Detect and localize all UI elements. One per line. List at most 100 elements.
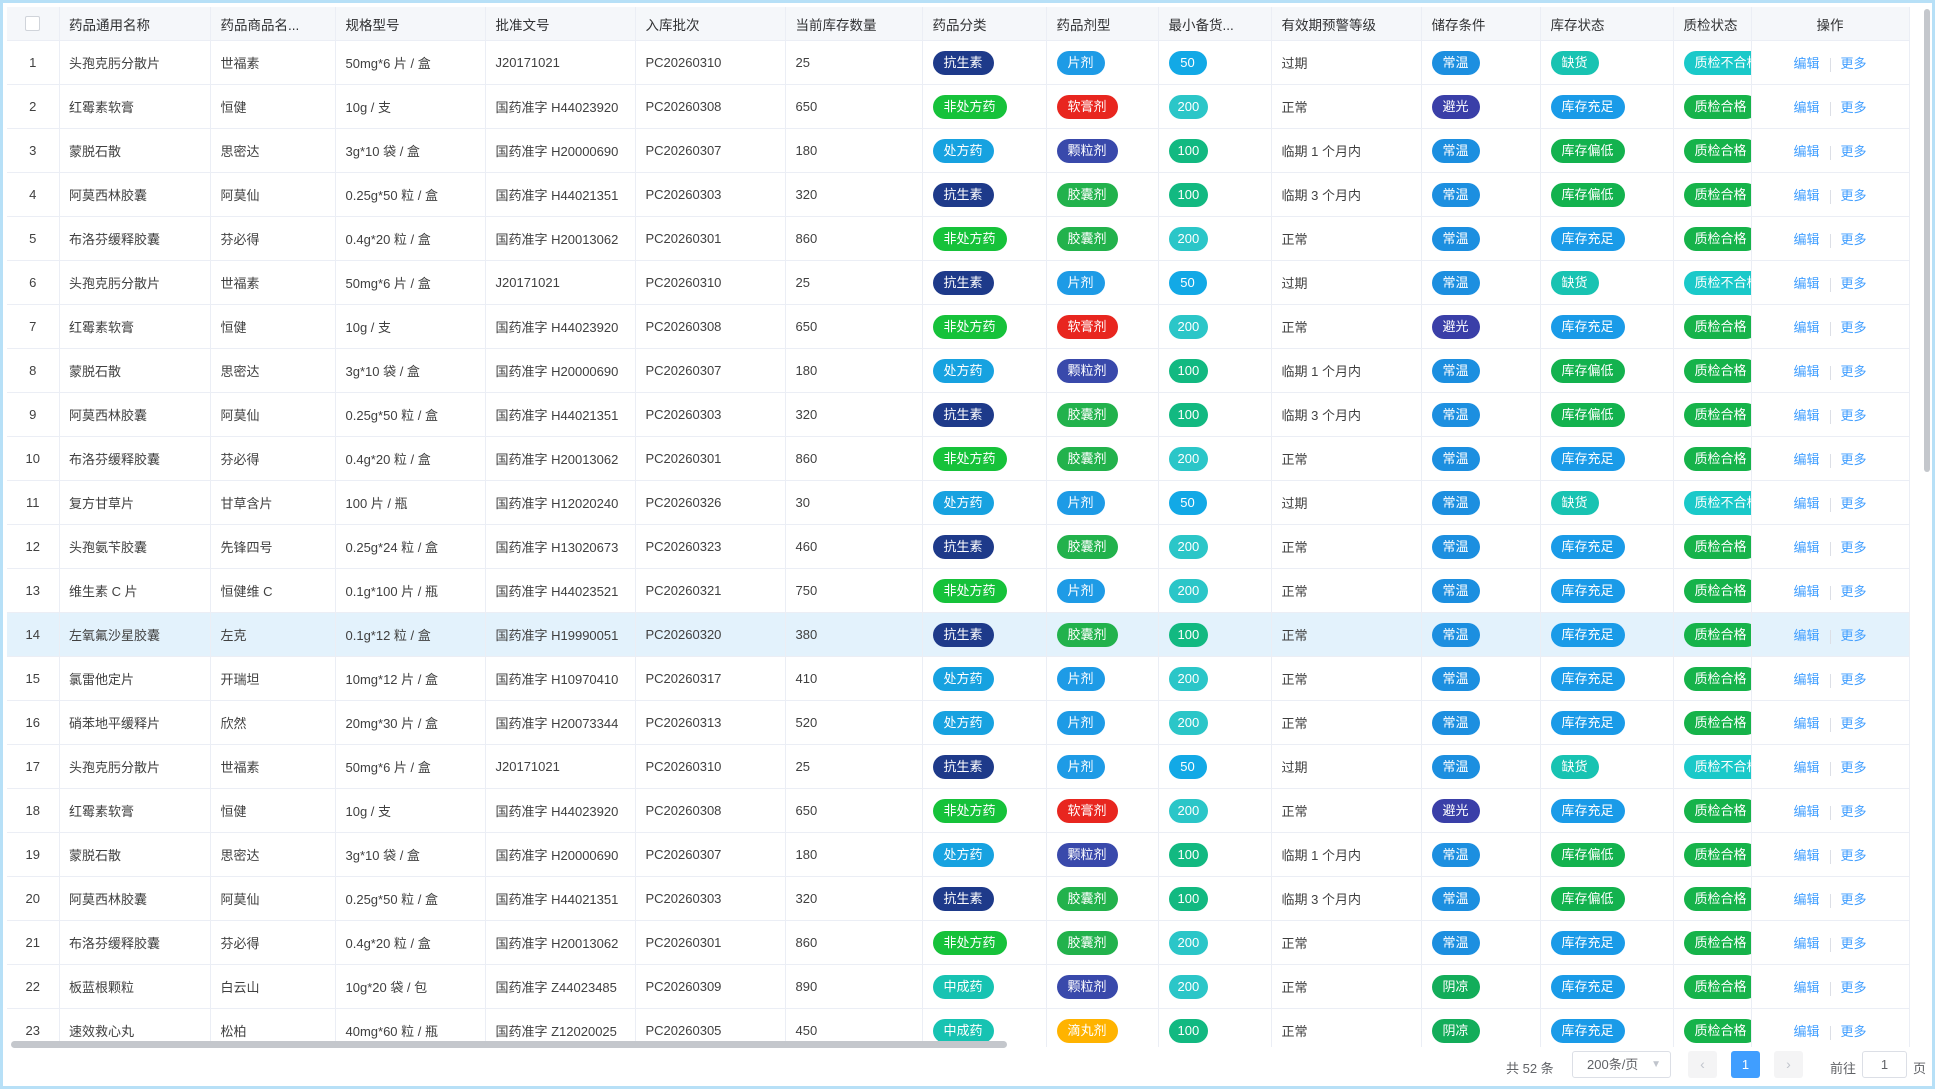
table-row[interactable]: 4 阿莫西林胶囊 阿莫仙 0.25g*50 粒 / 盒国药准字 H44021351 PC…: [7, 172, 1910, 217]
more-link[interactable]: 更多: [1841, 496, 1867, 511]
edit-link[interactable]: 编辑: [1793, 584, 1819, 599]
horizontal-scrollbar[interactable]: [11, 1041, 1007, 1048]
edit-link[interactable]: 编辑: [1793, 892, 1819, 907]
table-row[interactable]: 6 头孢克肟分散片 世福素 50mg*6 片 / 盒 J20171021 PC202603…: [7, 260, 1910, 305]
qc-status-cell: 质检合格: [1673, 568, 1752, 613]
table-row[interactable]: 19 蒙脱石散 思密达 3g*10 袋 / 盒国药准字 H20000690 PC2026…: [7, 832, 1910, 877]
more-link[interactable]: 更多: [1841, 56, 1867, 71]
column-header-storage[interactable]: 储存条件: [1421, 7, 1541, 41]
table-row[interactable]: 11 复方甘草片 甘草含片 100 片 / 瓶国药准字 H12020240 PC2026…: [7, 480, 1910, 525]
table-row[interactable]: 14 左氧氟沙星胶囊 左克 0.1g*12 粒 / 盒国药准字 H19990051 PC…: [7, 612, 1910, 657]
stock-status-badge: 库存偏低: [1550, 182, 1625, 207]
edit-link[interactable]: 编辑: [1793, 804, 1819, 819]
edit-link[interactable]: 编辑: [1793, 496, 1819, 511]
category-badge: 抗生素: [932, 270, 994, 295]
edit-link[interactable]: 编辑: [1793, 320, 1819, 335]
edit-link[interactable]: 编辑: [1793, 452, 1819, 467]
more-link[interactable]: 更多: [1841, 144, 1867, 159]
more-link[interactable]: 更多: [1841, 848, 1867, 863]
next-page-button[interactable]: ›: [1774, 1051, 1803, 1078]
table-row[interactable]: 2 红霉素软膏 恒健 10g / 支国药准字 H44023920 PC20260308 6…: [7, 84, 1910, 129]
table-row[interactable]: 22 板蓝根颗粒 白云山 10g*20 袋 / 包国药准字 Z44023485 PC20…: [7, 964, 1910, 1009]
divider: [1829, 497, 1831, 512]
more-link[interactable]: 更多: [1841, 188, 1867, 203]
more-link[interactable]: 更多: [1841, 452, 1867, 467]
table-row[interactable]: 20 阿莫西林胶囊 阿莫仙 0.25g*50 粒 / 盒国药准字 H44021351 P…: [7, 876, 1910, 921]
stock-qty-cell: 650: [785, 84, 923, 129]
dosage-form-badge: 软膏剂: [1056, 314, 1118, 339]
more-link[interactable]: 更多: [1841, 980, 1867, 995]
more-link[interactable]: 更多: [1841, 760, 1867, 775]
table-row[interactable]: 13 维生素 C 片恒健维 C 0.1g*100 片 / 瓶国药准字 H440235…: [7, 568, 1910, 613]
table-row[interactable]: 12 头孢氨苄胶囊 先锋四号 0.25g*24 粒 / 盒国药准字 H13020673…: [7, 524, 1910, 569]
table-row[interactable]: 3 蒙脱石散 思密达 3g*10 袋 / 盒国药准字 H20000690 PC20260…: [7, 128, 1910, 173]
edit-link[interactable]: 编辑: [1793, 540, 1819, 555]
more-link[interactable]: 更多: [1841, 408, 1867, 423]
table-row[interactable]: 10 布洛芬缓释胶囊 芬必得 0.4g*20 粒 / 盒国药准字 H20013062 P…: [7, 436, 1910, 481]
more-link[interactable]: 更多: [1841, 892, 1867, 907]
page-size-select[interactable]: 200条/页 ▼: [1572, 1051, 1671, 1078]
page-1-button[interactable]: 1: [1731, 1051, 1760, 1078]
edit-link[interactable]: 编辑: [1793, 1024, 1819, 1039]
category-cell: 非处方药: [922, 568, 1047, 613]
edit-link[interactable]: 编辑: [1793, 188, 1819, 203]
column-header-approval-no[interactable]: 批准文号: [485, 7, 636, 41]
edit-link[interactable]: 编辑: [1793, 936, 1819, 951]
more-link[interactable]: 更多: [1841, 276, 1867, 291]
column-header-category[interactable]: 药品分类: [922, 7, 1047, 41]
edit-link[interactable]: 编辑: [1793, 100, 1819, 115]
column-header-expiry-warning[interactable]: 有效期预警等级: [1271, 7, 1422, 41]
more-link[interactable]: 更多: [1841, 100, 1867, 115]
vertical-scrollbar[interactable]: [1924, 9, 1930, 472]
more-link[interactable]: 更多: [1841, 540, 1867, 555]
more-link[interactable]: 更多: [1841, 1024, 1867, 1039]
edit-link[interactable]: 编辑: [1793, 760, 1819, 775]
column-header-brand-name[interactable]: 药品商品名...: [210, 7, 336, 41]
edit-link[interactable]: 编辑: [1793, 408, 1819, 423]
column-header-dosage-form[interactable]: 药品剂型: [1046, 7, 1159, 41]
edit-link[interactable]: 编辑: [1793, 628, 1819, 643]
dosage-form-badge: 胶囊剂: [1056, 182, 1118, 207]
table-row[interactable]: 8 蒙脱石散 思密达 3g*10 袋 / 盒国药准字 H20000690 PC20260…: [7, 348, 1910, 393]
more-link[interactable]: 更多: [1841, 628, 1867, 643]
column-header-generic-name[interactable]: 药品通用名称: [59, 7, 211, 41]
more-link[interactable]: 更多: [1841, 672, 1867, 687]
more-link[interactable]: 更多: [1841, 716, 1867, 731]
prev-page-button[interactable]: ‹: [1688, 1051, 1717, 1078]
more-link[interactable]: 更多: [1841, 364, 1867, 379]
table-row[interactable]: 7 红霉素软膏 恒健 10g / 支国药准字 H44023920 PC20260308 6…: [7, 304, 1910, 349]
edit-link[interactable]: 编辑: [1793, 144, 1819, 159]
column-header-actions[interactable]: 操作: [1751, 7, 1910, 41]
more-link[interactable]: 更多: [1841, 936, 1867, 951]
edit-link[interactable]: 编辑: [1793, 980, 1819, 995]
column-header-batch[interactable]: 入库批次: [635, 7, 786, 41]
category-cell: 非处方药: [922, 788, 1047, 833]
table-row[interactable]: 9 阿莫西林胶囊 阿莫仙 0.25g*50 粒 / 盒国药准字 H44021351 PC…: [7, 392, 1910, 437]
table-row[interactable]: 15 氯雷他定片 开瑞坦 10mg*12 片 / 盒国药准字 H10970410 PC2…: [7, 656, 1910, 701]
edit-link[interactable]: 编辑: [1793, 276, 1819, 291]
select-all-checkbox[interactable]: [7, 7, 60, 41]
table-row[interactable]: 1 头孢克肟分散片 世福素 50mg*6 片 / 盒 J20171021 PC202603…: [7, 40, 1910, 85]
more-link[interactable]: 更多: [1841, 584, 1867, 599]
column-header-qc-status[interactable]: 质检状态: [1673, 7, 1752, 41]
edit-link[interactable]: 编辑: [1793, 364, 1819, 379]
column-header-stock-status[interactable]: 库存状态: [1540, 7, 1674, 41]
column-header-min-stock[interactable]: 最小备货...: [1158, 7, 1272, 41]
column-header-stock-qty[interactable]: 当前库存数量: [785, 7, 923, 41]
more-link[interactable]: 更多: [1841, 232, 1867, 247]
more-link[interactable]: 更多: [1841, 320, 1867, 335]
table-row[interactable]: 18 红霉素软膏 恒健 10g / 支国药准字 H44023920 PC20260308…: [7, 788, 1910, 833]
edit-link[interactable]: 编辑: [1793, 848, 1819, 863]
column-header-spec[interactable]: 规格型号: [335, 7, 486, 41]
table-row[interactable]: 21 布洛芬缓释胶囊 芬必得 0.4g*20 粒 / 盒国药准字 H20013062 P…: [7, 920, 1910, 965]
table-row[interactable]: 16 硝苯地平缓释片 欣然 20mg*30 片 / 盒国药准字 H20073344 PC…: [7, 700, 1910, 745]
more-link[interactable]: 更多: [1841, 804, 1867, 819]
edit-link[interactable]: 编辑: [1793, 232, 1819, 247]
edit-link[interactable]: 编辑: [1793, 716, 1819, 731]
edit-link[interactable]: 编辑: [1793, 56, 1819, 71]
edit-link[interactable]: 编辑: [1793, 672, 1819, 687]
brand-name-cell: 思密达: [210, 348, 336, 393]
table-row[interactable]: 17 头孢克肟分散片 世福素 50mg*6 片 / 盒 J20171021 PC20260…: [7, 744, 1910, 789]
goto-page-input[interactable]: 1: [1862, 1051, 1907, 1078]
table-row[interactable]: 5 布洛芬缓释胶囊 芬必得 0.4g*20 粒 / 盒国药准字 H20013062 PC…: [7, 216, 1910, 261]
